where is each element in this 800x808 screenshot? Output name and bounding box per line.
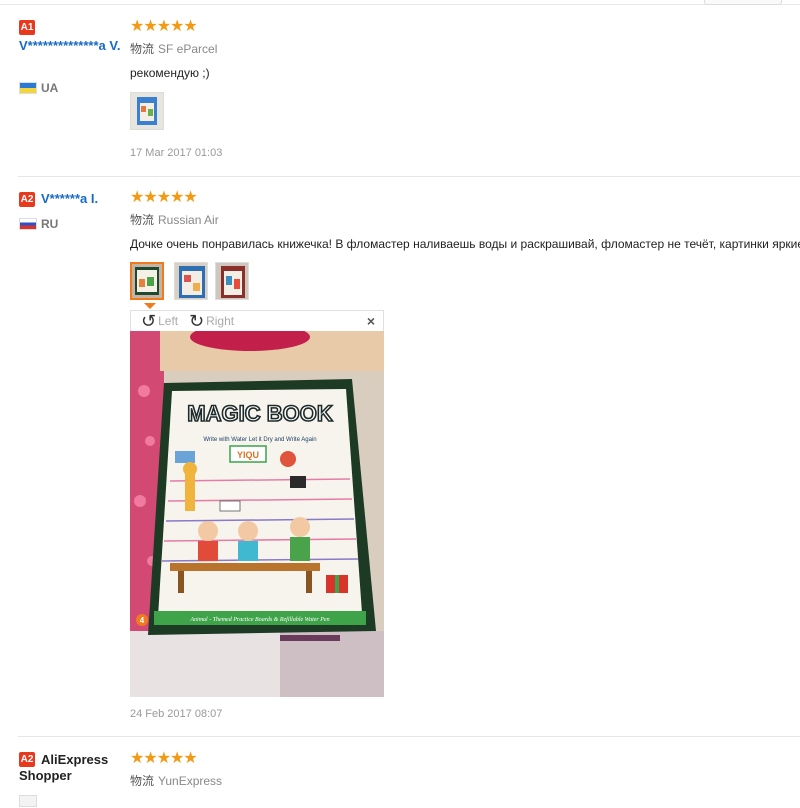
rotate-left-icon: ↺ xyxy=(141,311,157,331)
review-date: 24 Feb 2017 08:07 xyxy=(130,708,223,720)
reviewer-country: RU xyxy=(19,217,58,231)
thumbnail-image xyxy=(175,263,207,299)
logistics-label: 物流 xyxy=(130,774,155,788)
country-code: RU xyxy=(41,217,59,231)
review-divider xyxy=(18,176,800,177)
ukraine-flag-icon xyxy=(19,82,37,94)
enlarged-review-photo: MAGIC BOOK Write with Water Let it Dry a… xyxy=(130,331,384,697)
rotate-left-label: Left xyxy=(158,314,179,328)
book-number: 4 xyxy=(140,616,145,625)
flag-icon xyxy=(19,795,37,807)
star-rating: ★★★★★ xyxy=(130,189,198,206)
reviewer-country xyxy=(19,794,41,808)
review-photo-thumbnail[interactable] xyxy=(215,262,249,300)
rotate-right-label: Right xyxy=(206,314,235,328)
review-text: рекомендую ;) xyxy=(130,66,210,80)
russia-flag-icon xyxy=(19,218,37,230)
close-viewer-button[interactable]: × xyxy=(367,313,375,329)
book-title: MAGIC BOOK xyxy=(187,401,333,426)
country-code: UA xyxy=(41,81,59,95)
buyer-level-badge: A1 xyxy=(19,20,35,35)
reviewer-name: V**************a V. xyxy=(19,38,121,53)
logistics-label: 物流 xyxy=(130,42,155,56)
review-divider xyxy=(18,736,800,737)
review-photo-thumbnail-active[interactable] xyxy=(130,262,164,300)
rotate-left-button[interactable]: ↺ Left xyxy=(141,311,179,331)
review-date: 17 Mar 2017 01:03 xyxy=(130,147,223,159)
top-divider xyxy=(0,4,800,5)
active-thumbnail-pointer xyxy=(144,303,156,309)
book-bottom-text: Animal - Themed Practice Boards & Refill… xyxy=(189,616,329,623)
logistics-name: Russian Air xyxy=(158,213,219,227)
rotate-right-icon: ↻ xyxy=(189,311,205,331)
logistics-name: SF eParcel xyxy=(158,42,218,56)
star-rating: ★★★★★ xyxy=(130,750,198,767)
image-viewer-toolbar: ↺ Left ↻ Right × xyxy=(130,310,384,331)
thumbnail-image xyxy=(131,93,163,129)
logistics-info: 物流 YunExpress xyxy=(130,774,222,788)
logistics-info: 物流 SF eParcel xyxy=(130,42,217,56)
logistics-label: 物流 xyxy=(130,213,155,227)
logistics-info: 物流 Russian Air xyxy=(130,213,219,227)
thumbnail-image xyxy=(216,263,248,299)
top-button[interactable] xyxy=(704,0,782,5)
reviewer-country: UA xyxy=(19,81,58,95)
rotate-right-button[interactable]: ↻ Right xyxy=(189,311,235,331)
review-photo-thumbnail[interactable] xyxy=(174,262,208,300)
star-rating: ★★★★★ xyxy=(130,18,198,35)
book-subtitle: Write with Water Let it Dry and Write Ag… xyxy=(203,437,316,443)
brand-label: YIQU xyxy=(237,450,259,460)
thumbnail-image xyxy=(132,264,162,298)
review-photo-thumbnail[interactable] xyxy=(130,92,164,130)
magic-book-photo: MAGIC BOOK Write with Water Let it Dry a… xyxy=(130,331,384,697)
reviewer-name: V******a I. xyxy=(41,191,99,206)
reviewer-name: AliExpress Shopper xyxy=(19,752,109,783)
buyer-level-badge: A2 xyxy=(19,192,35,207)
review-text: Дочке очень понравилась книжечка! В флом… xyxy=(130,237,800,251)
logistics-name: YunExpress xyxy=(158,774,223,788)
